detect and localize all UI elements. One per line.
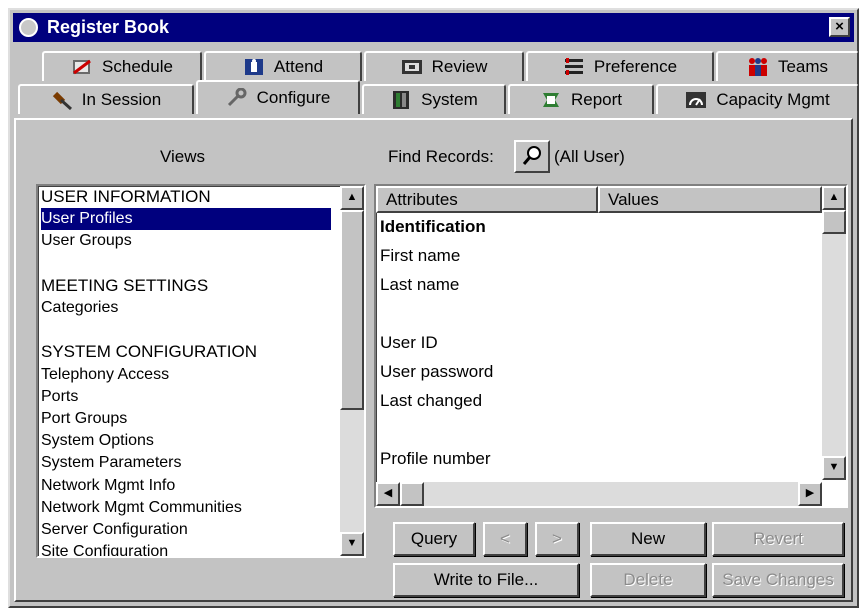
next-record-button[interactable]: > [535, 522, 579, 556]
tab-label: Schedule [102, 57, 173, 76]
tab-label: System [421, 90, 478, 109]
attend-icon [243, 57, 265, 77]
list-item[interactable]: Ports [41, 386, 78, 408]
delete-button[interactable]: Delete [590, 563, 706, 597]
views-label: Views [160, 147, 206, 166]
tab-system[interactable]: System [362, 84, 506, 114]
scroll-left-button[interactable]: ◀ [376, 482, 400, 506]
save-changes-button[interactable]: Save Changes [712, 563, 844, 597]
wrench-icon [226, 87, 248, 108]
table-row[interactable]: Profile number [380, 445, 491, 473]
find-records-button[interactable] [514, 140, 550, 173]
list-item[interactable]: Server Configuration [41, 519, 188, 541]
gavel-icon [51, 90, 73, 111]
list-item[interactable]: Categories [41, 297, 118, 319]
column-header-attributes[interactable]: Attributes [376, 186, 598, 213]
register-book-window: Register Book × Schedule Attend Review P… [8, 8, 859, 608]
tab-capacity-mgmt[interactable]: Capacity Mgmt [656, 84, 859, 114]
list-item[interactable]: Site Configuration [41, 541, 168, 556]
preference-icon [563, 57, 585, 77]
new-button[interactable]: New [590, 522, 706, 556]
configure-panel: Views USER INFORMATION User Profiles User … [14, 118, 853, 602]
teams-icon [747, 57, 769, 77]
grid-section-header: Identification [380, 217, 486, 236]
tab-preference[interactable]: Preference [526, 51, 714, 81]
review-icon [401, 57, 423, 77]
scroll-up-button[interactable]: ▲ [340, 186, 364, 210]
views-scrollbar[interactable]: ▲ ▼ [340, 186, 364, 556]
tab-in-session[interactable]: In Session [18, 84, 194, 114]
list-item[interactable]: System Parameters [41, 452, 181, 474]
search-icon [522, 146, 541, 165]
app-icon [19, 18, 38, 37]
tab-label: In Session [81, 90, 162, 109]
write-to-file-button[interactable]: Write to File... [393, 563, 579, 597]
scroll-thumb[interactable] [400, 482, 424, 506]
scroll-thumb[interactable] [822, 210, 846, 234]
scroll-down-button[interactable]: ▼ [340, 532, 364, 556]
tab-label: Teams [777, 57, 829, 76]
find-scope: (All User) [554, 147, 625, 166]
tab-configure[interactable]: Configure [196, 80, 360, 114]
tab-label: Configure [256, 88, 331, 107]
revert-button[interactable]: Revert [712, 522, 844, 556]
report-icon [540, 90, 562, 110]
window-title: Register Book [47, 17, 170, 37]
tab-review[interactable]: Review [364, 51, 524, 81]
table-row[interactable]: Last name [380, 271, 459, 299]
find-records-label: Find Records: [388, 147, 494, 166]
list-group-header: SYSTEM CONFIGURATION [41, 342, 257, 362]
tab-label: Preference [593, 57, 678, 76]
scroll-thumb[interactable] [340, 210, 364, 410]
tab-report[interactable]: Report [508, 84, 654, 114]
attributes-grid[interactable]: Attributes Values Identification First na… [374, 184, 848, 508]
table-row[interactable]: User ID [380, 329, 438, 357]
table-row[interactable]: User password [380, 358, 493, 386]
table-row[interactable]: Last changed [380, 387, 482, 415]
list-item[interactable]: User Groups [41, 230, 132, 252]
list-item[interactable]: Network Mgmt Communities [41, 497, 242, 519]
list-group-header: USER INFORMATION [41, 187, 211, 206]
grid-horizontal-scrollbar[interactable]: ◀ ▶ [376, 482, 822, 506]
list-item[interactable]: User Profiles [41, 208, 331, 231]
close-button[interactable]: × [829, 17, 850, 37]
scroll-down-button[interactable]: ▼ [822, 456, 846, 480]
scroll-right-button[interactable]: ▶ [798, 482, 822, 506]
previous-record-button[interactable]: < [483, 522, 527, 556]
tab-label: Attend [273, 57, 324, 76]
list-item[interactable]: Network Mgmt Info [41, 475, 175, 497]
views-list[interactable]: USER INFORMATION User Profiles User Groups… [36, 184, 366, 558]
gauge-icon [685, 90, 707, 110]
tab-label: Review [431, 57, 488, 76]
list-item[interactable]: Telephony Access [41, 364, 169, 386]
title-bar[interactable]: Register Book × [13, 13, 854, 42]
tab-teams[interactable]: Teams [716, 51, 859, 81]
column-header-values[interactable]: Values [598, 186, 822, 213]
tab-schedule[interactable]: Schedule [42, 51, 202, 81]
system-icon [390, 90, 412, 110]
list-item[interactable]: Port Groups [41, 408, 127, 430]
schedule-icon [71, 57, 93, 77]
list-item[interactable]: System Options [41, 430, 154, 452]
query-button[interactable]: Query [393, 522, 475, 556]
tab-attend[interactable]: Attend [204, 51, 362, 81]
grid-vertical-scrollbar[interactable]: ▲ ▼ [822, 186, 846, 480]
scroll-up-button[interactable]: ▲ [822, 186, 846, 210]
tab-label: Report [570, 90, 623, 109]
table-row[interactable]: First name [380, 242, 460, 270]
list-group-header: MEETING SETTINGS [41, 275, 209, 295]
tab-label: Capacity Mgmt [716, 90, 830, 109]
